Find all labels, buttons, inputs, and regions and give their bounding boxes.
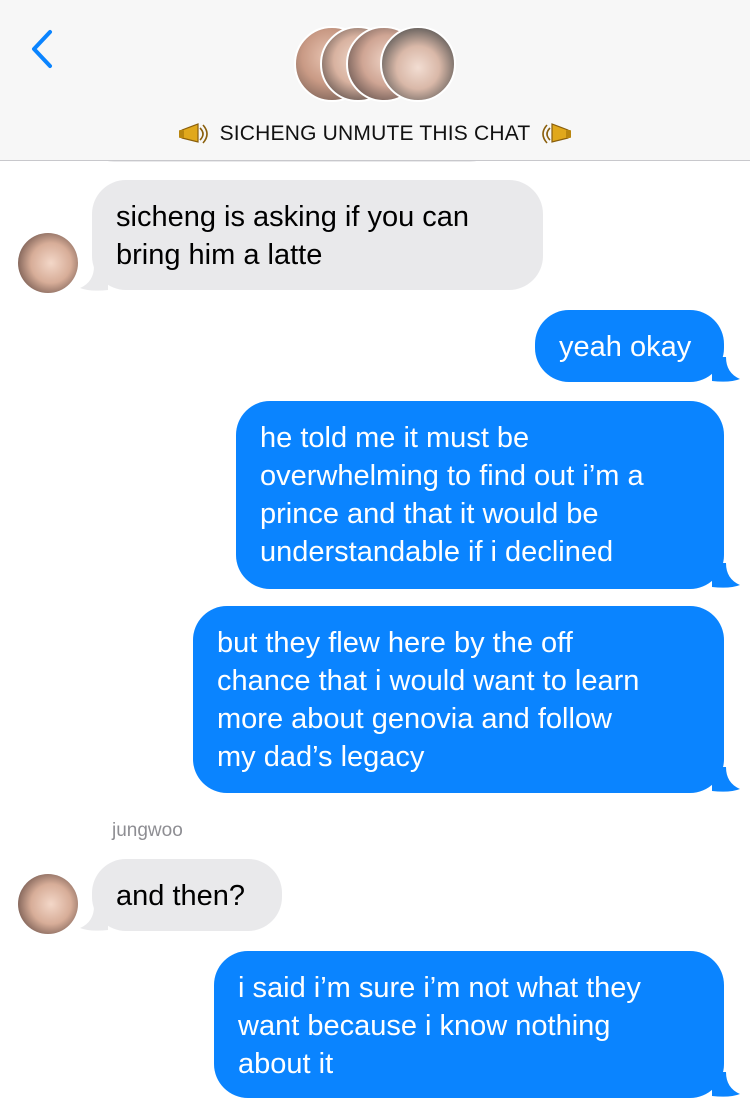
outgoing-message-bubble[interactable]: yeah okay [535,310,724,382]
outgoing-message-bubble[interactable]: i said i’m sure i’m not what they want b… [214,951,724,1098]
message-text: understandable if i declined [260,536,614,568]
incoming-message-bubble[interactable]: and then? [92,859,282,931]
message-text: about it [238,1048,334,1080]
message-text: chance that i would want to learn [217,665,640,697]
outgoing-message-bubble[interactable]: he told me it must be overwhelming to fi… [236,401,724,589]
outgoing-message-bubble[interactable]: but they flew here by the off chance tha… [193,606,724,793]
message-text: my dad’s legacy [217,741,425,773]
message-text: and then? [116,880,246,912]
chevron-left-icon [32,30,52,68]
sender-name: jungwoo [112,820,183,841]
avatar[interactable] [18,874,78,934]
message-text: overwhelming to find out i’m a [260,460,644,492]
group-avatar-member-4 [380,26,456,102]
incoming-message-bubble[interactable]: sicheng is asking if you can bring him a… [92,180,543,290]
conversation-title[interactable]: SICHENG UNMUTE THIS CHAT [0,118,750,150]
back-button[interactable] [22,24,62,74]
message-text: want because i know nothing [238,1010,611,1042]
chat-title-text: SICHENG UNMUTE THIS CHAT [219,122,531,145]
message-text: he told me it must be [260,422,530,454]
message-text: more about genovia and follow [217,703,612,735]
group-avatars[interactable] [294,26,464,106]
message-text: i said i’m sure i’m not what they [238,972,641,1004]
avatar[interactable] [18,233,78,293]
message-text: prince and that it would be [260,498,599,530]
conversation-header: SICHENG UNMUTE THIS CHAT [0,0,750,161]
megaphone-icon [178,123,208,144]
message-text: sicheng is asking if you can [116,201,470,233]
message-text: but they flew here by the off [217,627,573,659]
message-text: bring him a latte [116,239,323,271]
message-text: yeah okay [559,331,692,363]
megaphone-icon [542,123,572,144]
